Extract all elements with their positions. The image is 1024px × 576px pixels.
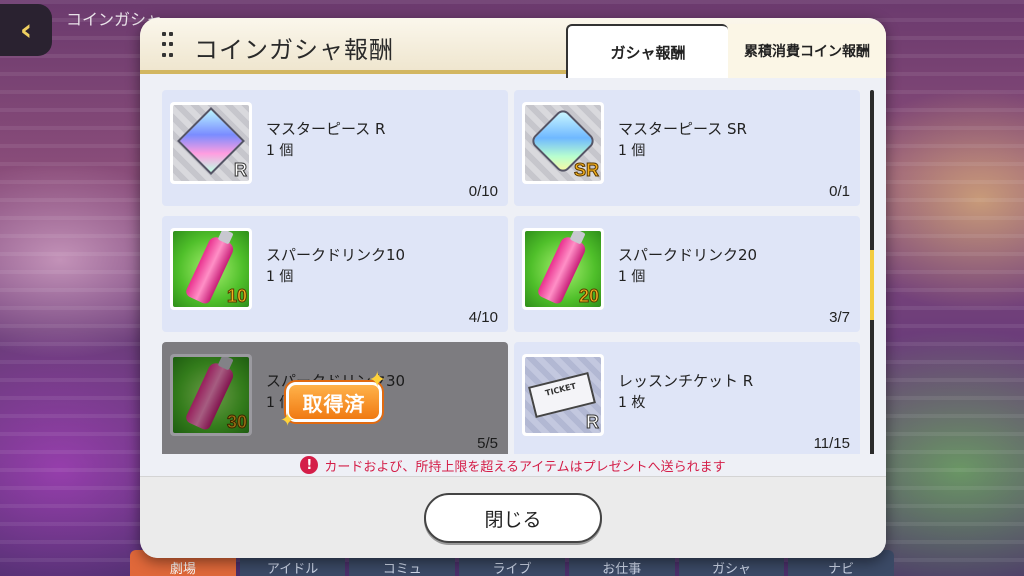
grip-icon bbox=[162, 32, 174, 60]
reward-progress: 3/7 bbox=[829, 309, 850, 326]
rank-label: R bbox=[234, 160, 248, 181]
reward-list: R マスターピース R 1 個 0/10 SR マスターピース SR 1 個 0… bbox=[162, 90, 862, 468]
tab-cumulative-coin-reward[interactable]: 累積消費コイン報酬 bbox=[728, 24, 886, 78]
close-button[interactable]: 閉じる bbox=[424, 493, 602, 543]
reward-name: マスターピース SR bbox=[618, 120, 747, 138]
reward-thumbnail: SR bbox=[522, 102, 604, 184]
dialog-title: コインガシャ報酬 bbox=[194, 36, 394, 64]
notice-text: カードおよび、所持上限を超えるアイテムはプレゼントへ送られます bbox=[324, 459, 726, 475]
reward-progress: 5/5 bbox=[477, 435, 498, 452]
reward-name: マスターピース R bbox=[266, 120, 386, 138]
reward-name: レッスンチケット R bbox=[618, 372, 754, 390]
reward-card: SR マスターピース SR 1 個 0/1 bbox=[514, 90, 860, 206]
reward-thumbnail: R bbox=[170, 102, 252, 184]
reward-thumbnail: 30 bbox=[170, 354, 252, 436]
reward-progress: 11/15 bbox=[813, 435, 850, 452]
dialog-header: コインガシャ報酬 ガシャ報酬 累積消費コイン報酬 bbox=[140, 18, 886, 78]
reward-thumbnail: 10 bbox=[170, 228, 252, 310]
rank-label: 10 bbox=[226, 286, 247, 307]
reward-progress: 4/10 bbox=[468, 309, 498, 326]
sparkle-icon: ✦ bbox=[368, 368, 387, 393]
dialog-footer: 閉じる bbox=[140, 476, 886, 558]
back-button[interactable]: ‹ bbox=[0, 4, 52, 56]
rank-label: R bbox=[586, 412, 600, 433]
reward-thumbnail: 20 bbox=[522, 228, 604, 310]
reward-card: R マスターピース R 1 個 0/10 bbox=[162, 90, 508, 206]
scrollbar-thumb[interactable] bbox=[870, 250, 874, 320]
reward-quantity: 1 個 bbox=[266, 269, 294, 285]
reward-progress: 0/10 bbox=[468, 183, 498, 200]
tab-gacha-reward[interactable]: ガシャ報酬 bbox=[566, 24, 728, 78]
reward-card: 10 スパークドリンク10 1 個 4/10 bbox=[162, 216, 508, 332]
reward-quantity: 1 個 bbox=[618, 143, 646, 159]
chevron-left-icon: ‹ bbox=[19, 12, 33, 48]
rank-label: 30 bbox=[226, 412, 247, 433]
reward-card-claimed: 30 スパークドリンク30 1 個 5/5 取得済 ✦ ✦ bbox=[162, 342, 508, 458]
reward-name: スパークドリンク10 bbox=[266, 246, 406, 264]
reward-name: スパークドリンク20 bbox=[618, 246, 758, 264]
alert-icon: ! bbox=[300, 456, 319, 474]
reward-quantity: 1 個 bbox=[266, 143, 294, 159]
reward-thumbnail: TICKET R bbox=[522, 354, 604, 436]
rank-label: SR bbox=[573, 160, 599, 181]
reward-card: TICKET R レッスンチケット R 1 枚 11/15 bbox=[514, 342, 860, 458]
reward-progress: 0/1 bbox=[829, 183, 850, 200]
reward-quantity: 1 枚 bbox=[618, 395, 646, 411]
reward-card: 20 スパークドリンク20 1 個 3/7 bbox=[514, 216, 860, 332]
reward-dialog: コインガシャ報酬 ガシャ報酬 累積消費コイン報酬 R マスターピース R 1 個… bbox=[140, 18, 886, 558]
list-scrollbar[interactable] bbox=[870, 90, 874, 468]
rank-label: 20 bbox=[578, 286, 599, 307]
reward-quantity: 1 個 bbox=[618, 269, 646, 285]
sparkle-icon: ✦ bbox=[280, 410, 296, 431]
notice-message: ! カードおよび、所持上限を超えるアイテムはプレゼントへ送られます bbox=[140, 454, 886, 476]
